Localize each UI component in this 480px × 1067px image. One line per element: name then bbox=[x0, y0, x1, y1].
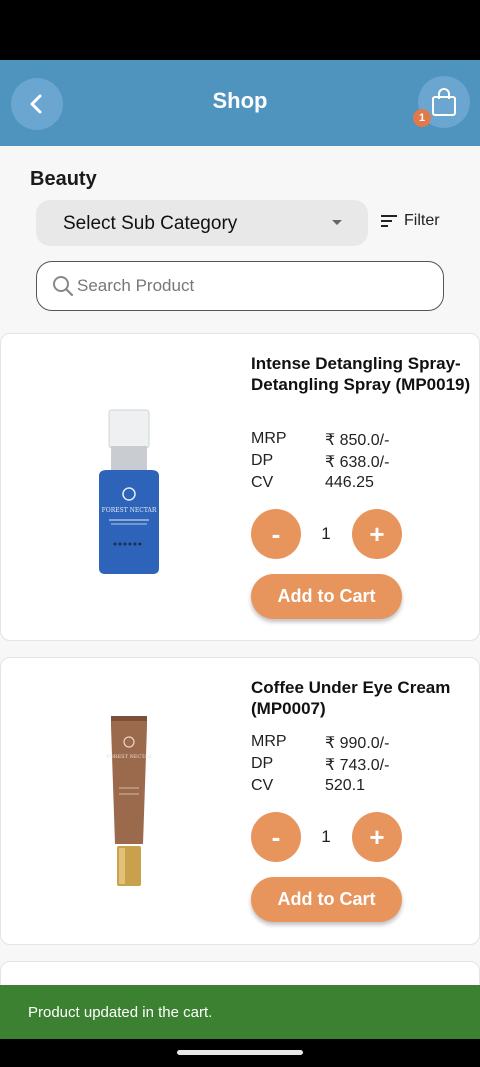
mrp-value: ₹ 850.0/- bbox=[325, 432, 390, 449]
product-card bbox=[0, 961, 480, 985]
add-to-cart-button[interactable]: Add to Cart bbox=[251, 877, 402, 922]
shop-content: Beauty Select Sub Category Filter Search… bbox=[0, 146, 480, 985]
app-header: Shop 1 bbox=[0, 60, 480, 146]
snackbar: Product updated in the cart. bbox=[0, 985, 480, 1039]
system-nav-bar bbox=[0, 1039, 480, 1067]
shopping-bag-icon bbox=[432, 88, 456, 116]
filter-label: Filter bbox=[404, 212, 440, 229]
search-box[interactable] bbox=[36, 261, 444, 311]
filter-button[interactable]: Filter bbox=[380, 212, 440, 230]
product-card: FOREST NECTAR Coffee Under Eye Cream (MP… bbox=[0, 657, 480, 945]
dp-value: ₹ 638.0/- bbox=[325, 454, 390, 471]
page-title: Shop bbox=[212, 88, 268, 113]
app-screen: Shop 1 Beauty Select Sub Category Filter bbox=[0, 0, 480, 1067]
search-input[interactable] bbox=[77, 273, 427, 299]
quantity-value: 1 bbox=[321, 827, 331, 846]
cv-label: CV bbox=[251, 777, 274, 794]
serum-bottle-icon: FOREST NECTAR bbox=[61, 408, 201, 578]
dp-label: DP bbox=[251, 755, 274, 772]
search-icon bbox=[53, 276, 74, 297]
product-card: FOREST NECTAR Intense Detangling Spray-D… bbox=[0, 333, 480, 641]
mrp-label: MRP bbox=[251, 430, 287, 447]
cart-count-badge: 1 bbox=[413, 109, 431, 127]
svg-text:FOREST NECTAR: FOREST NECTAR bbox=[102, 507, 157, 514]
home-indicator[interactable] bbox=[177, 1050, 303, 1055]
sub-category-label: Select Sub Category bbox=[63, 213, 238, 234]
dp-label: DP bbox=[251, 452, 274, 469]
mrp-value: ₹ 990.0/- bbox=[325, 735, 390, 752]
cv-value: 446.25 bbox=[325, 474, 374, 491]
svg-text:FOREST NECTAR: FOREST NECTAR bbox=[106, 754, 152, 760]
caret-down-icon bbox=[332, 220, 342, 225]
sub-category-dropdown[interactable]: Select Sub Category bbox=[36, 200, 368, 246]
product-name: Intense Detangling Spray-Detangling Spra… bbox=[251, 354, 471, 394]
cv-value: 520.1 bbox=[325, 777, 366, 794]
filter-lines-icon bbox=[381, 215, 397, 227]
quantity-value: 1 bbox=[321, 524, 331, 543]
dp-value: ₹ 743.0/- bbox=[325, 757, 390, 774]
increase-quantity-button[interactable]: + bbox=[352, 812, 402, 862]
category-title: Beauty bbox=[30, 168, 97, 190]
decrease-quantity-button[interactable]: - bbox=[251, 509, 301, 559]
decrease-quantity-button[interactable]: - bbox=[251, 812, 301, 862]
product-name: Coffee Under Eye Cream (MP0007) bbox=[251, 678, 451, 718]
add-to-cart-button[interactable]: Add to Cart bbox=[251, 574, 402, 619]
cream-tube-icon: FOREST NECTAR bbox=[61, 714, 201, 890]
cv-label: CV bbox=[251, 474, 274, 491]
mrp-label: MRP bbox=[251, 733, 287, 750]
increase-quantity-button[interactable]: + bbox=[352, 509, 402, 559]
status-bar bbox=[0, 0, 480, 60]
